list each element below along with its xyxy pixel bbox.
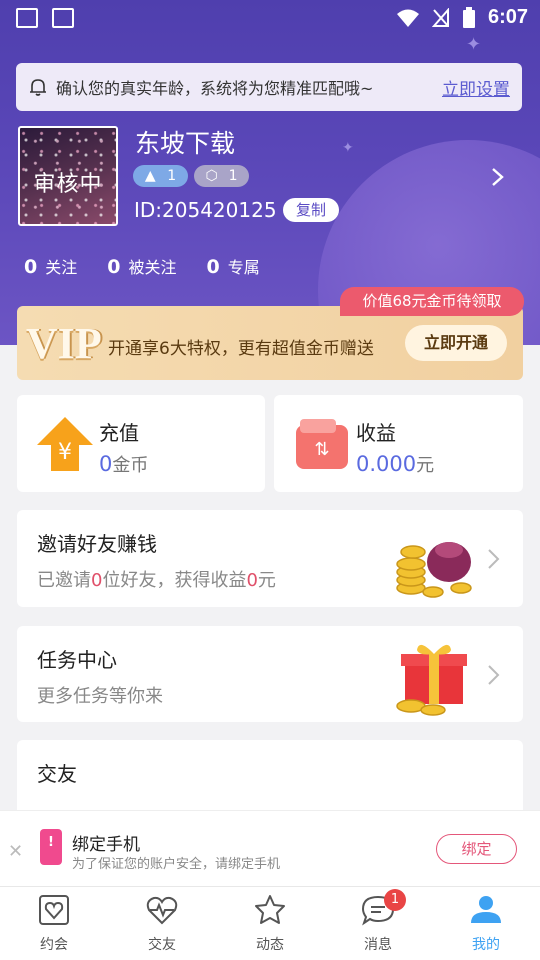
star-decoration: ✦ [466,34,482,55]
tab-messages[interactable]: 1 消息 [324,887,432,960]
status-bar: 6:07 [0,0,540,36]
user-icon [471,896,501,923]
tab-label: 交友 [148,937,176,953]
chevron-right-icon[interactable] [490,167,506,187]
bind-phone-bar: ✕ 绑定手机 为了保证您的账户安全，请绑定手机 绑定 [0,810,540,886]
task-center-card[interactable]: 任务中心 更多任务等你来 [17,626,523,722]
wifi-icon [396,9,419,27]
income-title: 收益 [356,421,396,445]
battery-icon [462,6,475,28]
recharge-title: 充值 [99,421,139,445]
stat-value: 0 [206,256,220,278]
age-notice: 确认您的真实年龄，系统将为您精准匹配哦~ 立即设置 [16,63,522,111]
income-card[interactable]: ⇅ 收益 0.000元 [274,395,523,492]
notice-text: 确认您的真实年龄，系统将为您精准匹配哦~ [56,79,374,98]
tab-label: 我的 [472,937,500,953]
task-title: 任务中心 [37,648,117,672]
bell-icon [30,79,46,96]
close-icon[interactable]: ✕ [8,841,23,862]
triangle-icon: ▲ [144,168,156,184]
task-subtitle: 更多任务等你来 [37,686,163,707]
heart-frame-icon [39,895,69,925]
user-id: ID:205420125 [134,198,277,222]
stat-following[interactable]: 0 关注 [24,254,77,278]
friends-section: 交友 [17,740,523,820]
no-signal-icon [431,7,449,27]
stat-label: 关注 [45,258,78,277]
invite-friends-card[interactable]: 邀请好友赚钱 已邀请0位好友，获得收益0元 [17,510,523,607]
friends-title: 交友 [37,762,77,786]
invite-summary: 已邀请0位好友，获得收益0元 [37,570,276,591]
level-badge-value: 1 [167,168,177,184]
chevron-right-icon [488,549,500,569]
recharge-icon: ¥ [37,417,93,471]
hexagon-icon: ⬡ [205,168,218,184]
tab-label: 动态 [256,937,284,953]
follow-stats: 0 关注 0 被关注 0 专属 [24,254,290,278]
stat-value: 0 [107,256,121,278]
income-unit: 元 [416,455,435,476]
income-balance: 0.000 [356,452,417,476]
svg-text:⇅: ⇅ [314,439,329,460]
stat-followers[interactable]: 0 被关注 [107,254,176,278]
chevron-right-icon [488,665,500,685]
avatar-review-label: 审核中 [33,172,103,197]
vip-reward-tag: 价值68元金币待领取 [340,287,524,316]
bind-title: 绑定手机 [72,835,140,855]
stat-label: 专属 [227,258,260,277]
copy-button[interactable]: 复制 [283,198,339,222]
stat-exclusive[interactable]: 0 专属 [207,254,260,278]
tab-friends[interactable]: 交友 [108,887,216,960]
set-now-link[interactable]: 立即设置 [442,75,510,100]
bind-button[interactable]: 绑定 [436,834,517,864]
gift-box-icon [396,644,467,716]
charm-badge: ⬡ 1 [194,165,249,187]
svg-text:¥: ¥ [58,440,72,465]
unread-badge: 1 [384,889,406,911]
coin-balance: 0 [99,452,113,476]
avatar[interactable]: 审核中 [18,126,118,226]
stat-label: 被关注 [128,258,177,277]
clock: 6:07 [487,6,528,28]
tab-me[interactable]: 我的 [432,887,540,960]
recharge-card[interactable]: ¥ 充值 0金币 [17,395,265,492]
bind-subtitle: 为了保证您的账户安全，请绑定手机 [72,857,281,872]
vip-description: 开通享6大特权，更有超值金币赠送 [108,339,374,359]
tab-label: 消息 [364,937,392,953]
star-icon [255,895,285,924]
coin-bag-icon [396,542,472,598]
level-badges: ▲ 1 ⬡ 1 [133,165,249,187]
open-vip-button[interactable]: 立即开通 [405,325,507,361]
tab-dating[interactable]: 约会 [0,887,108,960]
gallery-icon [16,8,38,28]
star-decoration: ✦ [342,140,354,156]
phone-alert-icon [40,829,62,865]
heartbeat-icon [146,896,178,925]
username: 东坡下载 [135,129,236,158]
bottom-tab-bar: 约会 交友 动态 1 消息 我的 [0,886,540,960]
tab-moments[interactable]: 动态 [216,887,324,960]
font-icon [52,8,74,28]
tab-label: 约会 [40,937,68,953]
wallet-icon: ⇅ [296,419,348,469]
coin-unit: 金币 [112,455,149,476]
vip-logo: VIP [26,319,102,368]
invite-title: 邀请好友赚钱 [37,532,157,556]
stat-value: 0 [24,256,38,278]
charm-badge-value: 1 [228,168,238,184]
level-badge: ▲ 1 [133,165,188,187]
